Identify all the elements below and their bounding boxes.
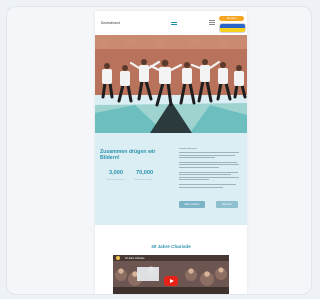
youtube-play-icon[interactable] [164, 276, 178, 286]
section-headline: Zusammen drügen wir Bildern! [100, 149, 156, 161]
video-thumbnail [113, 255, 229, 294]
video-player-title[interactable]: 30 Jahre Charisde [125, 257, 145, 260]
video-section-title: 30 Jahre Charisde [151, 244, 191, 249]
stat-label: Kinder unterstützt [106, 179, 124, 181]
hero-image [95, 35, 247, 133]
site-header: Deutschland Spenden [95, 11, 247, 35]
video-player[interactable]: 30 Jahre Charisde [113, 255, 229, 294]
video-title-bar: 30 Jahre Charisde [113, 255, 229, 261]
menu-icon[interactable] [209, 20, 215, 25]
stat-value: 70,000 [136, 170, 154, 176]
learn-more-button[interactable]: Mehr erfahren [179, 201, 205, 208]
donate-section-button[interactable]: Spenden [216, 201, 238, 208]
preview-card: Deutschland Spenden Zusammen drügen wir … [6, 6, 312, 295]
site-logo[interactable]: Deutschland [101, 21, 120, 25]
channel-avatar[interactable] [116, 256, 120, 260]
mission-text: Unsere Geschichte [179, 148, 241, 189]
mission-section: Zusammen drügen wir Bildern! 3,000 Kinde… [95, 133, 247, 225]
website-page: Deutschland Spenden Zusammen drügen wir … [95, 11, 247, 294]
language-flag-icon[interactable] [219, 23, 246, 33]
stat-label: Mahlzeiten verteilt [134, 179, 152, 181]
donate-button[interactable]: Spenden [219, 16, 244, 21]
nav-link-icon[interactable] [171, 22, 177, 25]
video-section: 30 Jahre Charisde 30 Jahre Charisde [95, 225, 247, 294]
stat-value: 3,000 [109, 170, 123, 176]
dancers-photo [95, 35, 247, 133]
mission-text-lead: Unsere Geschichte [179, 148, 197, 150]
